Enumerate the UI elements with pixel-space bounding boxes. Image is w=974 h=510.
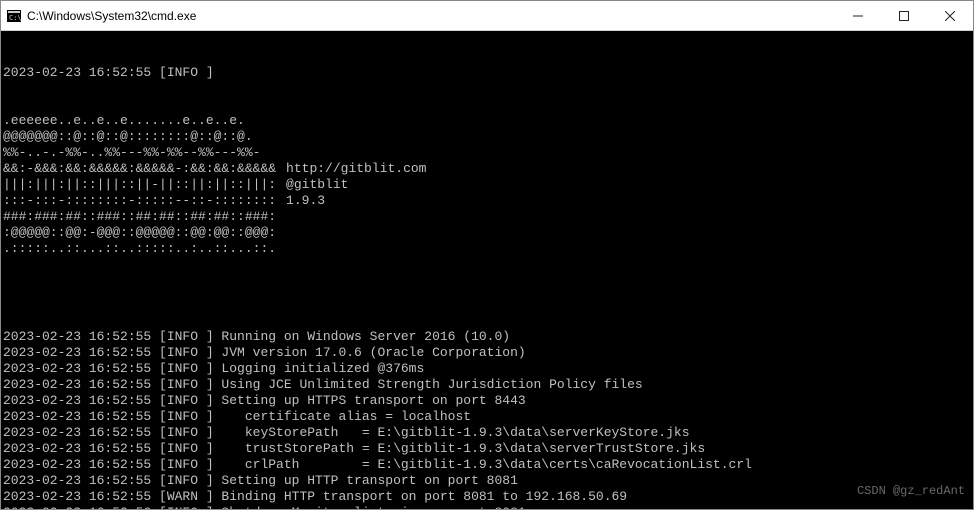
svg-text:C:\: C:\ <box>9 14 21 22</box>
close-button[interactable] <box>927 1 973 30</box>
log-line: 2023-02-23 16:52:55 [INFO ] Using JCE Un… <box>3 377 973 393</box>
ascii-banner: .eeeeee..e..e..e.......e..e..e. @@@@@@@:… <box>3 113 973 257</box>
log-line: 2023-02-23 16:52:55 [INFO ] Logging init… <box>3 361 973 377</box>
log-line: 2023-02-23 16:52:56 [INFO ] Shutdown Mon… <box>3 505 973 509</box>
watermark: CSDN @gz_redAnt <box>857 483 965 499</box>
window-controls <box>835 1 973 30</box>
cmd-window: C:\ C:\Windows\System32\cmd.exe 2023-02-… <box>0 0 974 510</box>
spacer <box>3 289 973 297</box>
log-line: 2023-02-23 16:52:55 [INFO ] Setting up H… <box>3 473 973 489</box>
log-block: 2023-02-23 16:52:55 [INFO ] Running on W… <box>3 329 973 509</box>
maximize-button[interactable] <box>881 1 927 30</box>
terminal-output[interactable]: 2023-02-23 16:52:55 [INFO ] .eeeeee..e..… <box>1 31 973 509</box>
log-line: 2023-02-23 16:52:55 [INFO ] keyStorePath… <box>3 425 973 441</box>
ascii-art: .eeeeee..e..e..e.......e..e..e. @@@@@@@:… <box>3 113 276 257</box>
log-line: 2023-02-23 16:52:55 [INFO ] Setting up H… <box>3 393 973 409</box>
minimize-button[interactable] <box>835 1 881 30</box>
log-line: 2023-02-23 16:52:55 [INFO ] <box>3 65 973 81</box>
titlebar[interactable]: C:\ C:\Windows\System32\cmd.exe <box>1 1 973 31</box>
log-line: 2023-02-23 16:52:55 [WARN ] Binding HTTP… <box>3 489 973 505</box>
log-line: 2023-02-23 16:52:55 [INFO ] trustStorePa… <box>3 441 973 457</box>
ascii-meta: http://gitblit.com @gitblit 1.9.3 <box>286 113 426 209</box>
log-line: 2023-02-23 16:52:55 [INFO ] JVM version … <box>3 345 973 361</box>
log-line: 2023-02-23 16:52:55 [INFO ] certificate … <box>3 409 973 425</box>
log-line: 2023-02-23 16:52:55 [INFO ] crlPath = E:… <box>3 457 973 473</box>
cmd-icon: C:\ <box>1 10 27 22</box>
log-line: 2023-02-23 16:52:55 [INFO ] Running on W… <box>3 329 973 345</box>
window-title: C:\Windows\System32\cmd.exe <box>27 9 835 23</box>
